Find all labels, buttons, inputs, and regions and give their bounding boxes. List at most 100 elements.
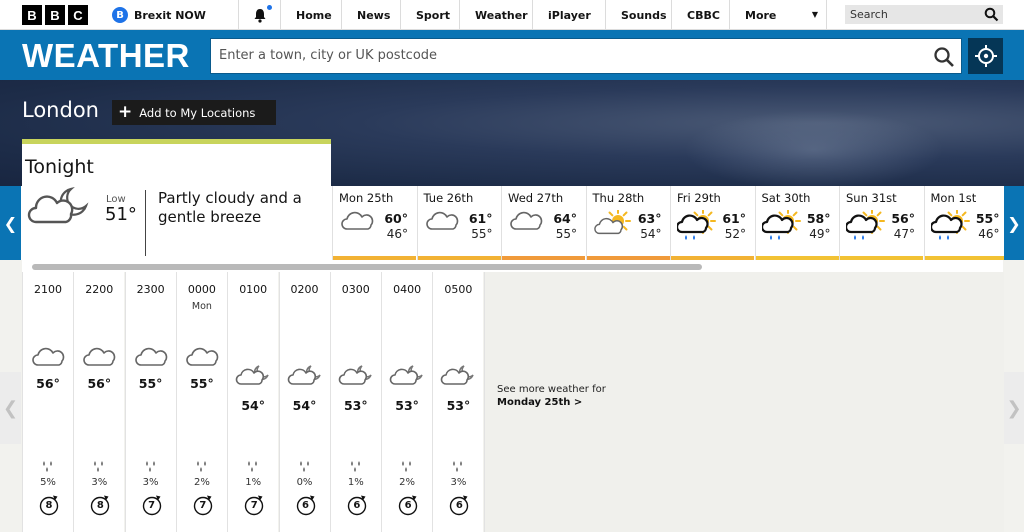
bbc-logo[interactable]: B B C bbox=[22, 5, 88, 25]
hour-temperature: 55° bbox=[138, 376, 163, 391]
nav-link-sounds[interactable]: Sounds bbox=[605, 0, 671, 30]
hourly-forecast[interactable]: 2200 56° 3% 8 bbox=[73, 272, 125, 532]
see-more-weather-panel[interactable]: See more weather for Monday 25th > bbox=[484, 272, 1004, 532]
sun-rain-icon bbox=[929, 208, 971, 246]
logo-letter: B bbox=[22, 5, 42, 25]
account-label: Brexit NOW bbox=[134, 8, 206, 22]
scrollbar-thumb[interactable] bbox=[32, 264, 702, 270]
cloud-icon bbox=[177, 346, 227, 370]
day-label: Fri 29th bbox=[677, 191, 721, 205]
crosshair-icon bbox=[974, 45, 997, 67]
add-to-my-locations-button[interactable]: + Add to My Locations bbox=[112, 100, 276, 125]
nav-link-weather[interactable]: Weather bbox=[459, 0, 532, 30]
chevron-left-icon: ❮ bbox=[2, 397, 19, 419]
cloud-icon bbox=[126, 346, 176, 370]
hour-temperature: 54° bbox=[241, 398, 266, 413]
hourly-forecast[interactable]: 0200 54° 0% 6 bbox=[278, 272, 330, 532]
add-location-label: Add to My Locations bbox=[139, 105, 256, 120]
hourly-forecast[interactable]: 2300 55° 3% 7 bbox=[124, 272, 176, 532]
nav-more-menu[interactable]: More ▼ bbox=[729, 0, 827, 30]
day-forecast[interactable]: Sat 30th 58° 49° bbox=[754, 186, 839, 260]
hourly-forecast[interactable]: 2100 56° 5% 8 bbox=[22, 272, 73, 532]
location-search-input[interactable]: Enter a town, city or UK postcode bbox=[210, 38, 962, 74]
account-link[interactable]: B Brexit NOW bbox=[112, 0, 206, 30]
chevron-left-icon: ❮ bbox=[3, 213, 18, 233]
day-forecast[interactable]: Sun 31st 56° 47° bbox=[839, 186, 923, 260]
rain-chance: 3% bbox=[91, 477, 108, 488]
rain-chance: 1% bbox=[245, 477, 262, 488]
day-label: Sun 31st bbox=[846, 191, 897, 205]
account-avatar: B bbox=[112, 7, 128, 23]
nav-more-label: More bbox=[745, 8, 777, 22]
next-days-button[interactable]: ❯ bbox=[1004, 186, 1024, 260]
weather-title[interactable]: WEATHER bbox=[22, 37, 190, 75]
low-temperature: 54° bbox=[640, 227, 662, 241]
wind-direction-icon: 6 bbox=[397, 494, 419, 516]
logo-letter: B bbox=[45, 5, 65, 25]
wind-speed: 6 bbox=[302, 499, 309, 511]
hour-temperature: 53° bbox=[343, 398, 368, 413]
cloud-moon-icon bbox=[280, 364, 330, 386]
nav-link-home[interactable]: Home bbox=[280, 0, 341, 30]
wind-direction-icon: 8 bbox=[89, 494, 111, 516]
chevron-right-icon: ❯ bbox=[1007, 213, 1021, 233]
hour-temperature: 55° bbox=[190, 376, 214, 391]
see-more-text: See more weather for bbox=[497, 384, 606, 395]
hourly-prev-button[interactable]: ❮ bbox=[0, 372, 21, 444]
search-icon[interactable] bbox=[933, 46, 955, 68]
notifications-button[interactable] bbox=[238, 0, 280, 30]
hourly-forecast[interactable]: 0000 Mon 55° 2% 7 bbox=[175, 272, 227, 532]
see-more-link[interactable]: Monday 25th > bbox=[497, 397, 582, 408]
hourly-next-button[interactable]: ❯ bbox=[1004, 372, 1024, 444]
nav-link-cbbc[interactable]: CBBC bbox=[671, 0, 729, 30]
wind-direction-icon: 7 bbox=[141, 494, 163, 516]
day-forecast[interactable]: Thu 28th 63° 54° bbox=[585, 186, 670, 260]
low-temperature: 51° bbox=[105, 204, 137, 225]
wind-speed: 7 bbox=[199, 499, 207, 511]
day-forecast[interactable]: Wed 27th 64° 55° bbox=[501, 186, 585, 260]
site-search-input[interactable]: Search bbox=[845, 5, 1003, 24]
wind-direction-icon: 7 bbox=[243, 494, 265, 516]
tonight-card[interactable]: Tonight Low 51° Partly cloudy and a gent… bbox=[22, 139, 331, 260]
location-search-placeholder: Enter a town, city or UK postcode bbox=[219, 48, 438, 63]
high-temperature: 64° bbox=[553, 211, 577, 226]
raindrops-icon bbox=[382, 460, 432, 474]
hour-time: 0200 bbox=[290, 283, 319, 296]
find-my-location-button[interactable] bbox=[968, 38, 1003, 74]
day-forecast[interactable]: Tue 26th 61° 55° bbox=[416, 186, 501, 260]
day-forecast[interactable]: Mon 1st 55° 46° bbox=[923, 186, 1008, 260]
nav-link-sport[interactable]: Sport bbox=[400, 0, 459, 30]
rain-chance: 1% bbox=[347, 477, 364, 488]
hour-time: 0100 bbox=[239, 283, 268, 296]
day-forecast[interactable]: Mon 25th 60° 46° bbox=[332, 186, 416, 260]
day-label: Mon 25th bbox=[339, 191, 394, 205]
cloud-icon bbox=[23, 346, 73, 370]
previous-days-button[interactable]: ❮ bbox=[0, 186, 21, 260]
hour-time: 0300 bbox=[341, 283, 370, 296]
nav-links: Home News Sport Weather iPlayer Sounds C… bbox=[280, 0, 827, 30]
high-temperature: 61° bbox=[468, 211, 493, 226]
location-name: London bbox=[22, 98, 99, 122]
wind-speed: 7 bbox=[250, 499, 258, 511]
hourly-forecast[interactable]: 0400 53° 2% 6 bbox=[381, 272, 433, 532]
hourly-scrollbar[interactable] bbox=[22, 260, 1003, 272]
nav-link-iplayer[interactable]: iPlayer bbox=[532, 0, 605, 30]
logo-letter: C bbox=[68, 5, 88, 25]
high-temperature: 60° bbox=[384, 211, 408, 226]
partly-cloudy-night-icon bbox=[24, 186, 90, 232]
cloud-icon bbox=[74, 346, 124, 370]
hourly-forecast[interactable]: 0300 53° 1% 6 bbox=[329, 272, 381, 532]
high-temperature: 58° bbox=[806, 211, 831, 226]
nav-link-news[interactable]: News bbox=[341, 0, 400, 30]
search-icon bbox=[984, 7, 999, 22]
rain-chance: 5% bbox=[40, 477, 56, 488]
rain-chance: 3% bbox=[450, 477, 467, 488]
hourly-forecast[interactable]: 0500 53° 3% 6 bbox=[432, 272, 484, 532]
raindrops-icon bbox=[433, 460, 483, 474]
day-forecast[interactable]: Fri 29th 61° 52° bbox=[670, 186, 754, 260]
hourly-forecast[interactable]: 0100 54° 1% 7 bbox=[227, 272, 279, 532]
chevron-right-icon: ❯ bbox=[1006, 397, 1022, 419]
sun-rain-icon bbox=[844, 208, 886, 246]
wind-speed: 8 bbox=[96, 499, 104, 511]
rain-chance: 2% bbox=[399, 477, 416, 488]
